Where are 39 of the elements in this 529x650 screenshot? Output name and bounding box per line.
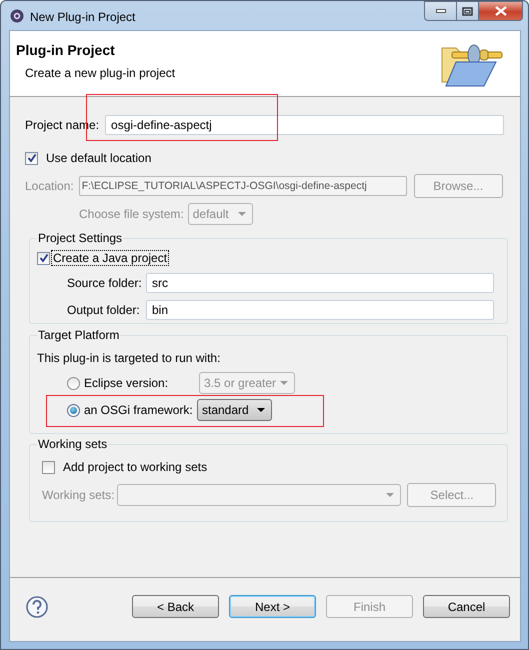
option-dropdown[interactable]: standard	[197, 399, 272, 421]
field-label: Output folder:	[67, 303, 141, 317]
dropdown-arrow-icon	[280, 381, 288, 385]
checkbox-label: Use default location	[46, 151, 152, 165]
field-label: Choose file system:	[79, 207, 184, 221]
field-label: Working sets:	[42, 488, 114, 502]
page-description: Create a new plug-in project	[25, 66, 176, 80]
checkbox-label: Add project to working sets	[63, 460, 208, 474]
page-title: Plug-in Project	[16, 42, 116, 58]
dropdown-arrow-icon	[386, 493, 394, 497]
checkbox[interactable]	[37, 252, 50, 264]
group-description: This plug-in is targeted to run with:	[37, 350, 222, 367]
dropdown-arrow-icon	[238, 212, 246, 216]
field-label: Source folder:	[67, 276, 143, 290]
dialog-button[interactable]: Next >	[229, 595, 316, 618]
radio-label: an OSGi framework:	[84, 403, 194, 417]
radio-label: Eclipse version:	[84, 376, 170, 390]
group-title: Project Settings	[37, 231, 124, 245]
dialog-button[interactable]: < Back	[132, 595, 219, 618]
radio-button[interactable]	[67, 376, 80, 390]
minimize-icon	[436, 9, 446, 13]
field-label: Location:	[25, 179, 74, 193]
folder-field[interactable]: bin	[146, 300, 494, 320]
close-icon	[494, 6, 506, 16]
restore-icon	[462, 6, 473, 16]
dialog-button[interactable]: Cancel	[423, 595, 510, 618]
project-name-field[interactable]: osgi-define-aspectj	[105, 115, 504, 135]
radio-button[interactable]	[67, 404, 80, 416]
maximize-button[interactable]	[457, 1, 479, 21]
minimize-button[interactable]	[424, 1, 457, 21]
checkbox[interactable]	[25, 152, 38, 164]
folder-field[interactable]: src	[146, 273, 494, 293]
checkbox-label: Create a Java project	[52, 251, 168, 265]
window-title: New Plug-in Project	[30, 10, 136, 24]
close-button[interactable]	[479, 1, 523, 21]
dropdown-arrow-icon	[257, 408, 265, 412]
group-title: Target Platform	[37, 328, 120, 342]
help-icon[interactable]	[26, 596, 48, 618]
group-title: Working sets	[37, 437, 108, 451]
